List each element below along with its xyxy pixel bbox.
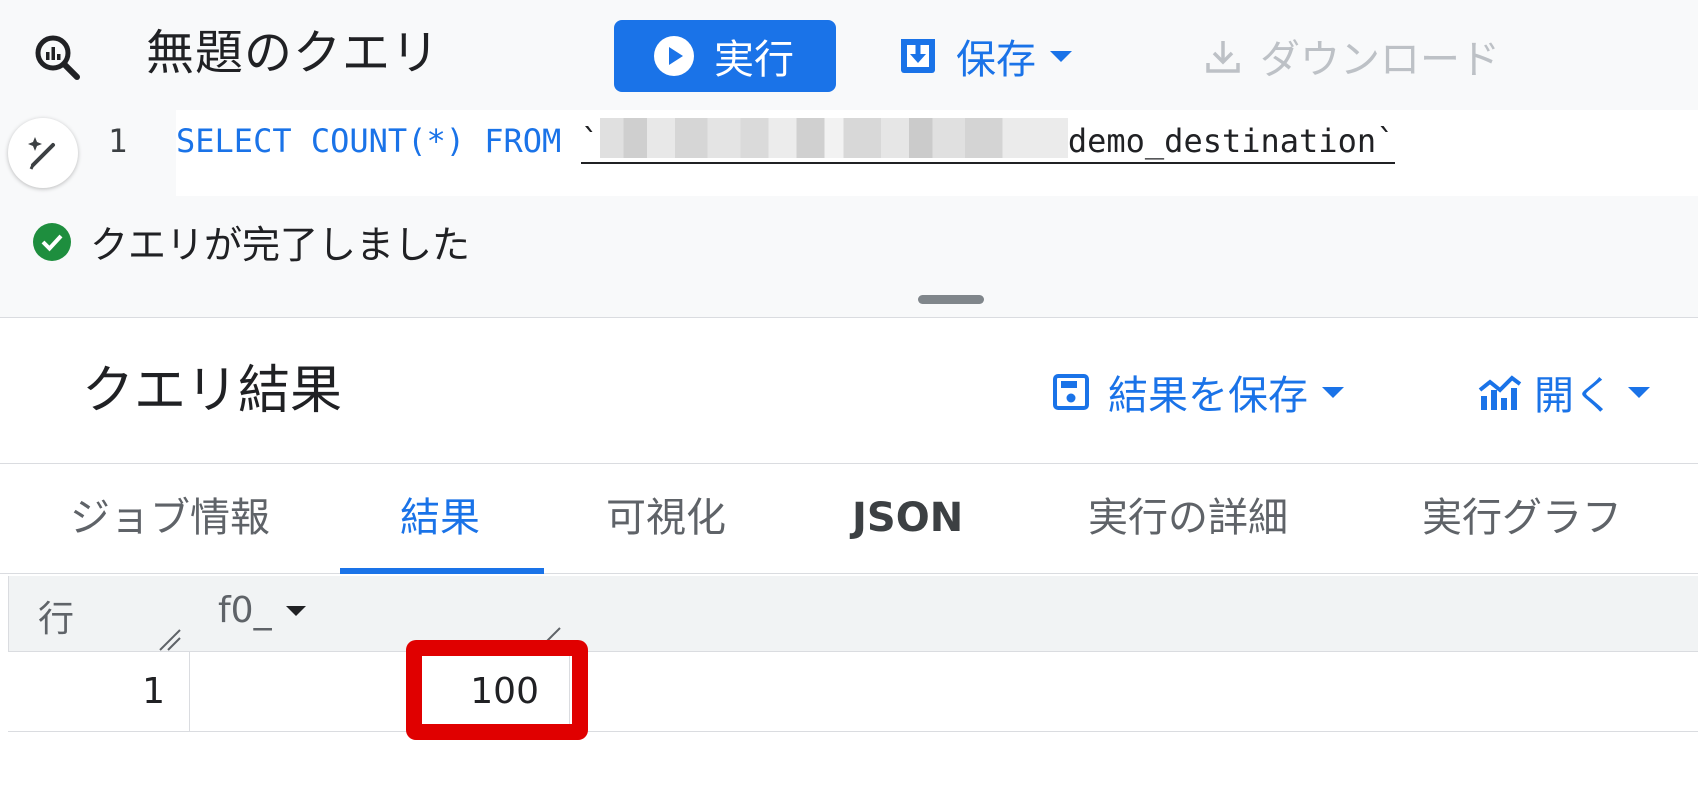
- play-icon: [654, 36, 694, 76]
- line-number: 1: [108, 122, 128, 160]
- table-row: 1 100: [8, 652, 1698, 732]
- ai-assist-button[interactable]: [8, 118, 78, 188]
- tab-job-info[interactable]: ジョブ情報: [70, 490, 270, 546]
- query-title[interactable]: 無題のクエリ: [146, 22, 440, 84]
- column-header-f0-label: f0_: [218, 590, 272, 631]
- floppy-disk-icon: [1053, 374, 1089, 410]
- sql-count-expression: COUNT(*): [310, 122, 465, 160]
- run-button-label: 実行: [714, 37, 794, 83]
- active-tab-indicator: [340, 568, 544, 574]
- sql-keyword-from: FROM: [484, 122, 562, 160]
- column-header-f0[interactable]: f0_: [218, 590, 306, 631]
- save-results-label: 結果を保存: [1108, 373, 1308, 419]
- redacted-project-dataset: [599, 118, 1068, 158]
- bigquery-logo-icon: [35, 35, 80, 80]
- check-circle-icon: [33, 222, 71, 261]
- sql-table-reference: ` demo_destination`: [580, 118, 1396, 164]
- magic-pen-icon: [28, 137, 55, 170]
- highlight-annotation-box: [406, 640, 588, 740]
- save-download-icon: [901, 39, 935, 73]
- query-editor-panel: 無題のクエリ 実行 保存 ダウンロード 1 SELECT COUNT(*) FR…: [0, 0, 1698, 318]
- save-results-button[interactable]: 結果を保存: [1052, 360, 1344, 424]
- panel-resize-handle[interactable]: [918, 295, 984, 304]
- save-button-label: 保存: [956, 37, 1036, 83]
- chevron-down-icon: [1322, 386, 1344, 398]
- results-title: クエリ結果: [82, 361, 343, 421]
- open-in-label: 開く: [1534, 373, 1614, 419]
- status-message: クエリが完了しました: [90, 223, 471, 267]
- run-button[interactable]: 実行: [614, 20, 836, 92]
- tab-visualization[interactable]: 可視化: [606, 490, 726, 546]
- chevron-down-icon: [1628, 386, 1650, 398]
- sql-code-line[interactable]: SELECT COUNT(*) FROM ` demo_destination`: [176, 118, 1396, 164]
- sql-table-name: demo_destination`: [1067, 122, 1396, 160]
- sort-dropdown-icon[interactable]: [285, 605, 306, 616]
- chart-explore-icon: [1478, 375, 1522, 410]
- sql-backtick-open: `: [580, 122, 600, 160]
- save-button[interactable]: 保存: [898, 24, 1072, 88]
- chevron-down-icon: [1050, 50, 1072, 62]
- tab-json[interactable]: JSON: [852, 490, 963, 546]
- column-header-row: 行: [38, 599, 75, 640]
- download-button[interactable]: ダウンロード: [1204, 24, 1500, 88]
- editor-toolbar: 無題のクエリ 実行 保存 ダウンロード: [0, 0, 1698, 110]
- tab-execution-details[interactable]: 実行の詳細: [1088, 490, 1288, 546]
- open-in-button[interactable]: 開く: [1478, 360, 1650, 424]
- tab-results[interactable]: 結果: [400, 490, 480, 546]
- results-header: クエリ結果 結果を保存 開く: [0, 318, 1698, 464]
- results-tabs: ジョブ情報 結果 可視化 JSON 実行の詳細 実行グラフ: [0, 464, 1698, 574]
- results-table-header: 行 f0_: [8, 576, 1698, 652]
- column-resize-icon[interactable]: [158, 628, 182, 652]
- download-icon: [1206, 41, 1240, 73]
- download-button-label: ダウンロード: [1260, 37, 1500, 83]
- row-number-cell: 1: [8, 652, 190, 732]
- sql-keyword-select: SELECT: [176, 122, 292, 160]
- query-status: クエリが完了しました: [32, 214, 470, 269]
- tab-execution-graph[interactable]: 実行グラフ: [1422, 490, 1622, 546]
